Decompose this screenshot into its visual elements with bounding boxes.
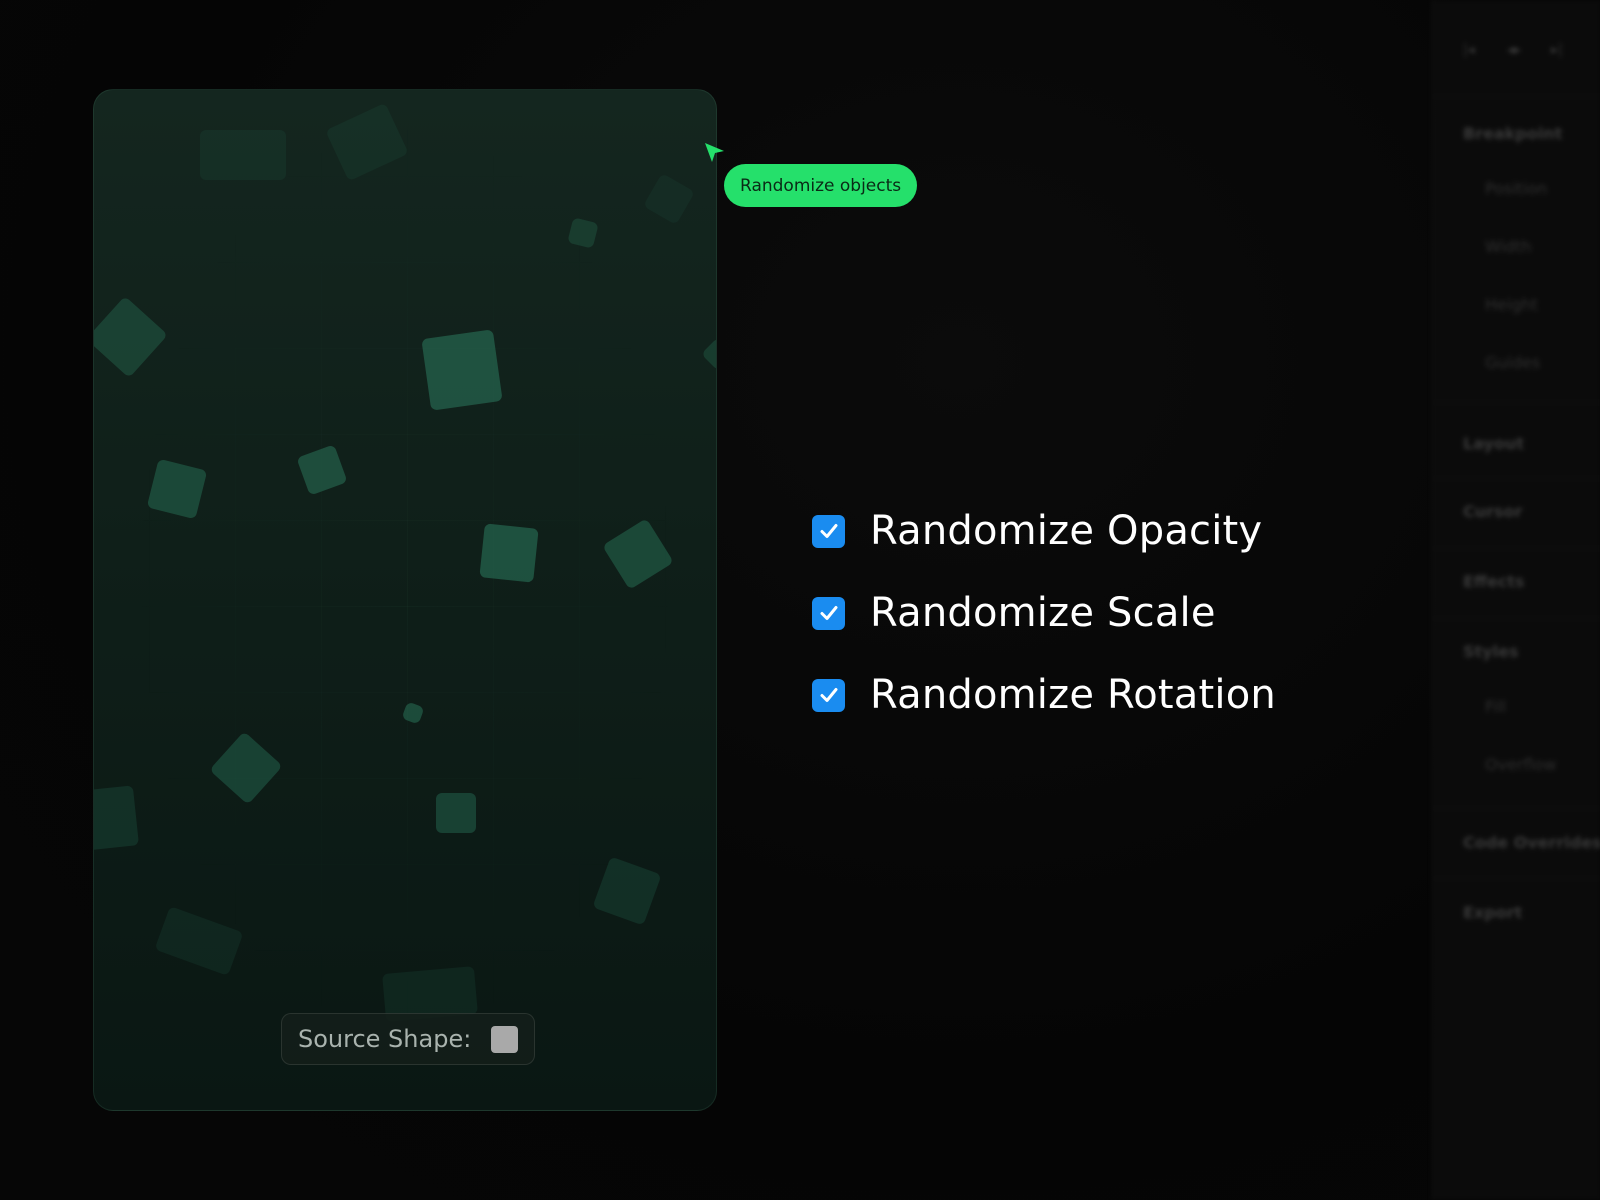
align-right-icon[interactable]: ▸| xyxy=(1551,43,1569,57)
panel-row-fill[interactable]: Fill xyxy=(1485,697,1506,716)
check-icon xyxy=(820,688,837,702)
source-shape-control[interactable]: Source Shape: xyxy=(281,1013,536,1065)
panel-section-styles[interactable]: Styles xyxy=(1463,642,1518,661)
properties-panel: |◂ ◂▸ ▸| Breakpoint Position Width Heigh… xyxy=(1432,0,1600,1200)
random-shape xyxy=(94,785,139,851)
panel-row-height[interactable]: Height xyxy=(1485,295,1538,314)
option-randomize-rotation[interactable]: Randomize Rotation xyxy=(812,654,1276,736)
panel-row-position[interactable]: Position xyxy=(1485,179,1547,198)
panel-section-effects[interactable]: Effects xyxy=(1463,572,1524,591)
random-shape xyxy=(200,130,286,180)
panel-section-code-overrides[interactable]: Code Overrides xyxy=(1463,833,1600,852)
check-icon xyxy=(820,524,837,538)
source-shape-label: Source Shape: xyxy=(298,1025,472,1053)
random-shape xyxy=(436,793,476,833)
panel-divider xyxy=(1433,402,1600,403)
source-shape-swatch[interactable] xyxy=(491,1025,519,1053)
align-left-icon[interactable]: |◂ xyxy=(1463,43,1481,57)
align-center-icon[interactable]: ◂▸ xyxy=(1507,43,1525,57)
panel-section-breakpoint[interactable]: Breakpoint xyxy=(1463,124,1562,143)
panel-section-layout[interactable]: Layout xyxy=(1463,434,1524,453)
cursor-arrow-icon xyxy=(705,143,724,162)
canvas-frame[interactable]: Source Shape: xyxy=(93,89,717,1111)
panel-divider xyxy=(1433,96,1600,97)
align-toolbar: |◂ ◂▸ ▸| xyxy=(1463,43,1569,57)
panel-section-cursor[interactable]: Cursor xyxy=(1463,502,1522,521)
rotation-checkbox[interactable] xyxy=(812,678,845,712)
stage: Source Shape: Randomize objects Randomiz… xyxy=(0,0,1600,1200)
option-randomize-scale[interactable]: Randomize Scale xyxy=(812,572,1276,654)
check-icon xyxy=(820,606,837,620)
panel-row-width[interactable]: Width xyxy=(1485,237,1531,256)
random-shape xyxy=(479,523,539,583)
opacity-checkbox[interactable] xyxy=(812,514,845,548)
scale-checkbox[interactable] xyxy=(812,596,845,630)
panel-row-overflow[interactable]: Overflow xyxy=(1485,755,1556,774)
panel-divider xyxy=(1433,878,1600,879)
panel-row-guides[interactable]: Guides xyxy=(1485,353,1540,372)
panel-divider xyxy=(1433,618,1600,619)
randomize-options-list: Randomize Opacity Randomize Scale Random… xyxy=(812,490,1276,736)
option-label: Randomize Rotation xyxy=(870,672,1276,718)
option-label: Randomize Opacity xyxy=(870,508,1263,554)
panel-section-export[interactable]: Export xyxy=(1463,903,1522,922)
option-randomize-opacity[interactable]: Randomize Opacity xyxy=(812,490,1276,572)
randomize-objects-tooltip[interactable]: Randomize objects xyxy=(724,164,918,207)
panel-divider xyxy=(1433,478,1600,479)
option-label: Randomize Scale xyxy=(870,590,1216,636)
random-shape xyxy=(421,329,503,411)
panel-divider xyxy=(1433,808,1600,809)
panel-divider xyxy=(1433,548,1600,549)
